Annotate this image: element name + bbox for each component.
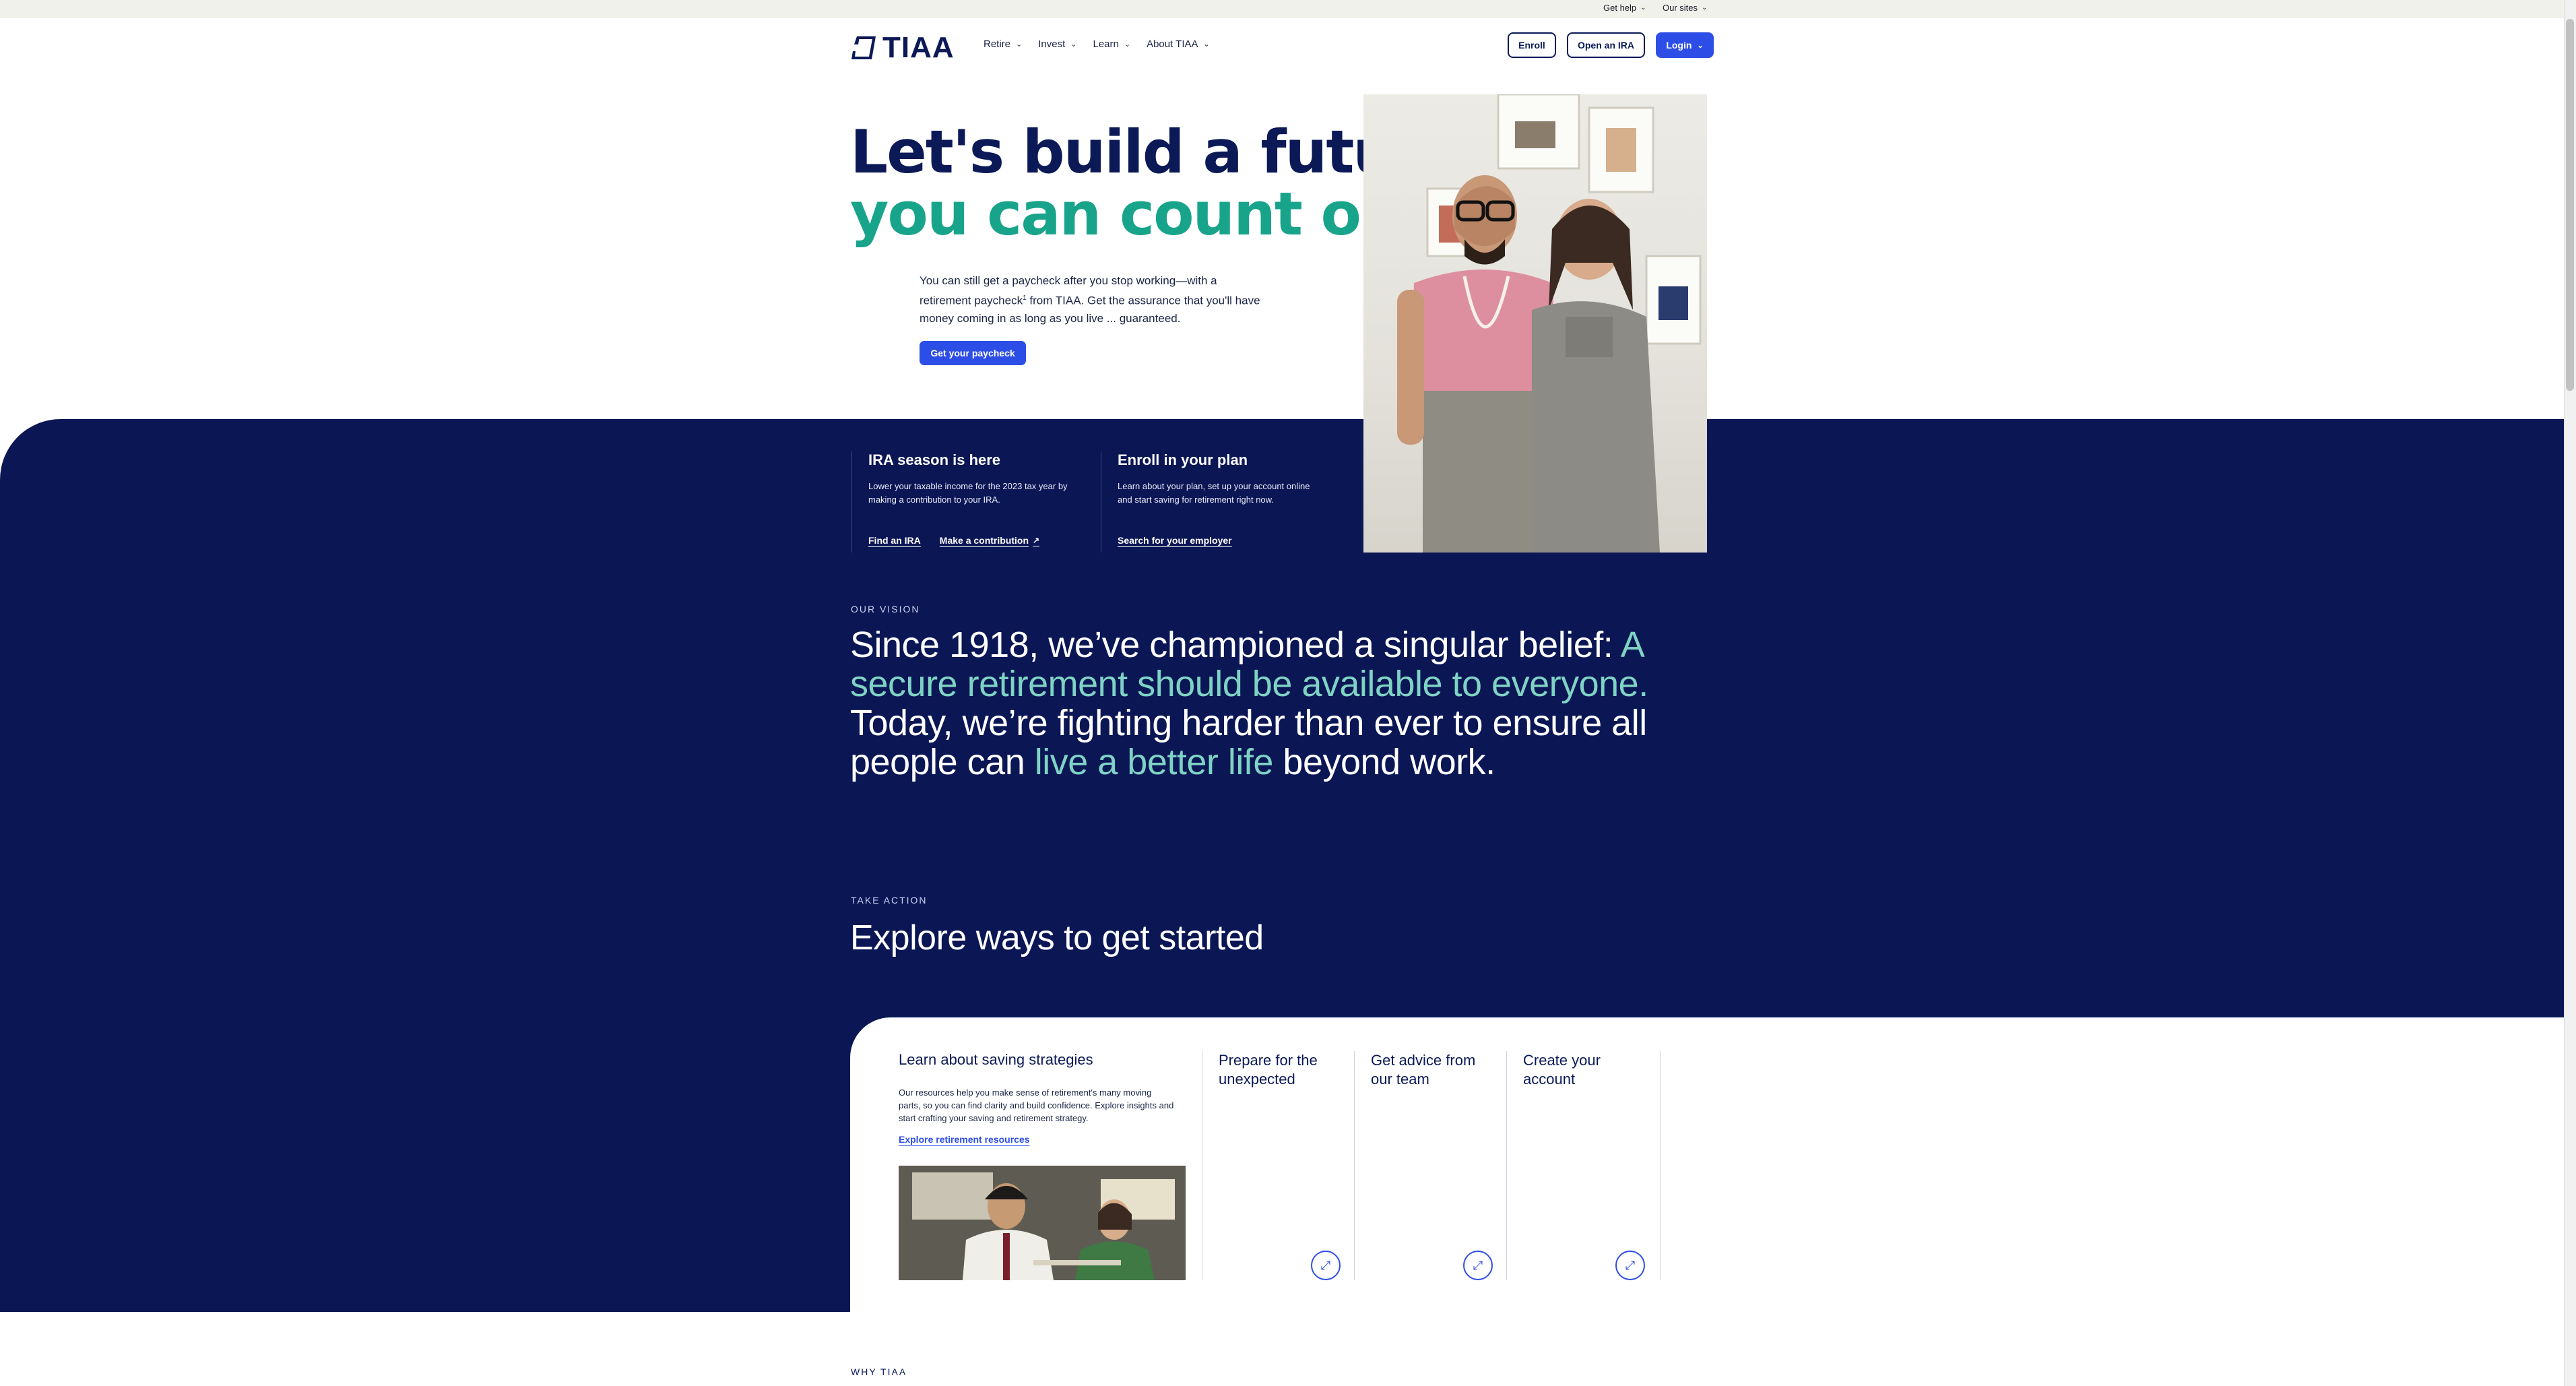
tile-create-account[interactable]: Create your account ⤢ — [1506, 1051, 1659, 1280]
nav-learn[interactable]: Learn ⌄ — [1093, 38, 1130, 50]
hero-heading-line2: you can count on — [850, 179, 1403, 249]
nav-about[interactable]: About TIAA ⌄ — [1147, 38, 1210, 50]
login-label: Login — [1666, 40, 1692, 51]
utility-bar: Get help ⌄ Our sites ⌄ — [0, 0, 2576, 18]
nav-label: About TIAA — [1147, 38, 1198, 50]
chevron-down-icon: ⌄ — [1203, 40, 1210, 49]
chevron-down-icon: ⌄ — [1697, 41, 1704, 50]
make-contribution-link[interactable]: Make a contribution ↗ — [940, 535, 1039, 546]
tile-title: Learn about saving strategies — [899, 1051, 1093, 1068]
open-ira-button[interactable]: Open an IRA — [1567, 32, 1645, 58]
tile-prepare-unexpected[interactable]: Prepare for the unexpected ⤢ — [1202, 1051, 1354, 1280]
chevron-down-icon: ⌄ — [1070, 40, 1077, 49]
logo-text: TIAA — [882, 31, 955, 64]
expand-icon[interactable]: ⤢ — [1463, 1251, 1493, 1280]
chevron-down-icon: ⌄ — [1016, 40, 1023, 49]
enroll-button[interactable]: Enroll — [1508, 32, 1556, 58]
tile-text: Our resources help you make sense of ret… — [899, 1088, 1174, 1123]
chevron-down-icon: ⌄ — [1702, 4, 1708, 11]
vision-text-1: Since 1918, we’ve championed a singular … — [850, 625, 1621, 665]
advisor-meeting-illustration — [899, 1166, 1186, 1280]
promo-card-text: Learn about your plan, set up your accou… — [1118, 481, 1310, 505]
nav-label: Invest — [1038, 38, 1066, 50]
tile-title: Create your account — [1523, 1052, 1601, 1088]
login-button[interactable]: Login ⌄ — [1656, 32, 1714, 58]
main-nav: Retire ⌄ Invest ⌄ Learn ⌄ About TIAA ⌄ — [984, 38, 1210, 50]
hero-body: You can still get a paycheck after you s… — [920, 272, 1270, 327]
promo-card-title: Enroll in your plan — [1118, 451, 1248, 468]
saving-strategies-tile: Learn about saving strategies Our resour… — [899, 1051, 1186, 1146]
tile-get-advice[interactable]: Get advice from our team ⤢ — [1354, 1051, 1506, 1280]
take-action-eyebrow: TAKE ACTION — [851, 895, 928, 906]
tile-title: Prepare for the unexpected — [1219, 1052, 1318, 1088]
hero-photo-couple — [1363, 94, 1707, 553]
vision-statement: Since 1918, we’ve championed a singular … — [850, 625, 1685, 782]
external-link-icon: ↗ — [1033, 536, 1040, 545]
expand-icon[interactable]: ⤢ — [1615, 1251, 1645, 1280]
tile-title: Get advice from our team — [1371, 1052, 1476, 1088]
nav-label: Learn — [1093, 38, 1119, 50]
tiaa-logo[interactable]: TIAA — [850, 31, 955, 65]
tile-divider — [1660, 1051, 1661, 1280]
take-action-heading: Explore ways to get started — [850, 918, 1264, 957]
tiaa-logo-mark-icon — [851, 36, 876, 59]
chevron-down-icon: ⌄ — [1640, 4, 1646, 11]
nav-retire[interactable]: Retire ⌄ — [984, 38, 1022, 50]
promo-card-title: IRA season is here — [868, 451, 1001, 468]
make-contribution-label: Make a contribution — [939, 535, 1029, 546]
explore-resources-link[interactable]: Explore retirement resources — [899, 1134, 1030, 1145]
promo-card-ira: IRA season is here Lower your taxable in… — [851, 451, 1081, 553]
chevron-down-icon: ⌄ — [1124, 40, 1131, 49]
page-scrollbar[interactable] — [2564, 0, 2576, 1386]
search-employer-link[interactable]: Search for your employer — [1118, 535, 1232, 546]
advisor-meeting-photo — [899, 1166, 1186, 1280]
vision-text-3: beyond work. — [1273, 742, 1495, 782]
nav-invest[interactable]: Invest ⌄ — [1038, 38, 1076, 50]
vision-highlight-2: live a better life — [1034, 742, 1274, 782]
get-paycheck-button[interactable]: Get your paycheck — [920, 341, 1026, 365]
scrollbar-thumb[interactable] — [2566, 19, 2574, 391]
promo-card-text: Lower your taxable income for the 2023 t… — [868, 481, 1068, 505]
our-sites-label: Our sites — [1663, 3, 1698, 13]
hero-photo-illustration — [1397, 94, 1702, 553]
expand-icon[interactable]: ⤢ — [1311, 1251, 1341, 1280]
vision-eyebrow: OUR VISION — [851, 604, 920, 615]
nav-label: Retire — [984, 38, 1011, 50]
get-help-label: Get help — [1603, 3, 1637, 13]
find-ira-link[interactable]: Find an IRA — [868, 535, 921, 546]
our-sites-menu[interactable]: Our sites ⌄ — [1663, 3, 1707, 13]
get-help-menu[interactable]: Get help ⌄ — [1603, 3, 1646, 13]
why-tiaa-eyebrow: WHY TIAA — [851, 1366, 907, 1377]
promo-card-enroll: Enroll in your plan Learn about your pla… — [1101, 451, 1330, 553]
